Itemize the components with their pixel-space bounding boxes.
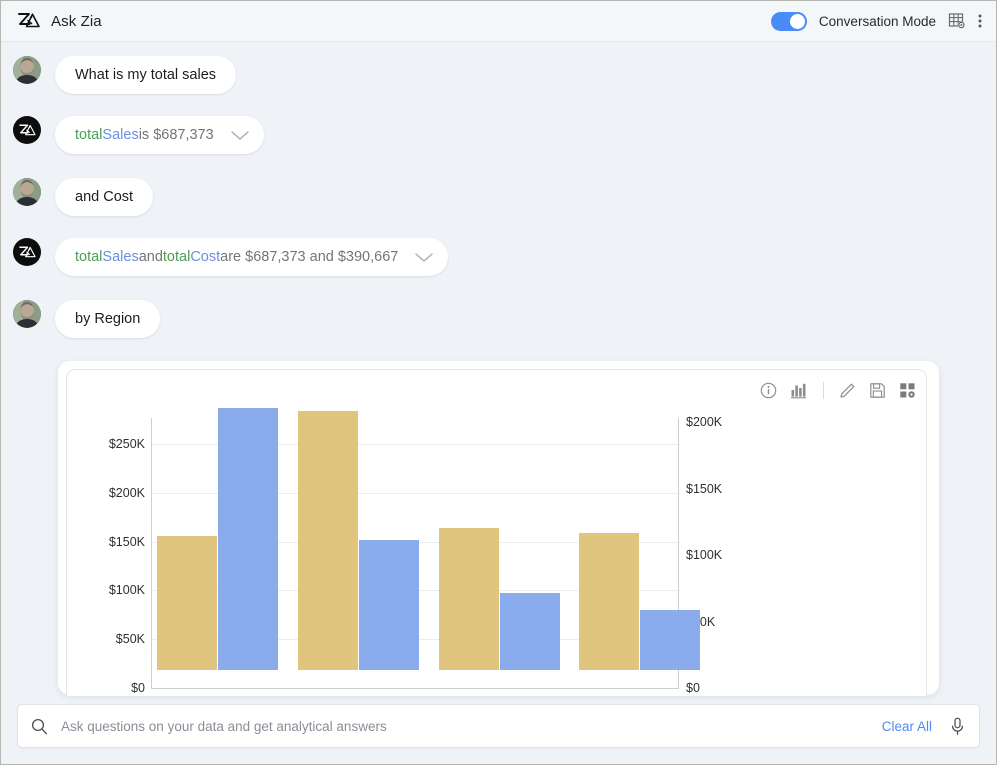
bar-total-sales[interactable] xyxy=(298,411,358,670)
answer-token: total xyxy=(75,249,103,265)
message-zia-2: total Sales and total Cost are $687,373 … xyxy=(1,238,996,276)
y-tick-left: $250K xyxy=(108,437,145,451)
bar-total-sales[interactable] xyxy=(579,533,639,670)
chart-card: Total Sales Total Cost $250K $200K $150 xyxy=(58,361,939,696)
bar-total-sales[interactable] xyxy=(157,536,217,670)
message-text: by Region xyxy=(75,311,141,327)
bar-total-cost[interactable] xyxy=(359,540,419,670)
answer-token: Cost xyxy=(190,249,221,265)
y-tick-left: $50K xyxy=(115,632,145,647)
chevron-down-icon[interactable] xyxy=(230,130,250,141)
conversation-mode-label: Conversation Mode xyxy=(818,13,936,29)
y-tick-right: $150K xyxy=(686,481,723,496)
y-tick-left: $150K xyxy=(108,534,145,549)
y-tick-left: $200K xyxy=(108,485,145,500)
search-input[interactable] xyxy=(59,717,882,735)
user-avatar xyxy=(13,178,41,206)
message-user-2: and Cost xyxy=(1,178,996,216)
toggle-knob xyxy=(789,13,805,29)
user-avatar xyxy=(13,300,41,328)
message-text: and Cost xyxy=(75,189,134,205)
y-tick-right: $100K xyxy=(686,548,723,562)
header-controls: Conversation Mode xyxy=(770,11,982,31)
message-user-3: by Region xyxy=(1,300,996,338)
answer-token: Sales xyxy=(102,249,139,265)
chat-bubble-user: by Region xyxy=(55,300,161,338)
message-text: What is my total sales xyxy=(75,67,217,83)
search-bar: Clear All xyxy=(17,704,980,748)
message-user-1: What is my total sales xyxy=(1,56,996,94)
chart-panel: Total Sales Total Cost $250K $200K $150 xyxy=(66,369,927,696)
bar-total-cost[interactable] xyxy=(500,593,560,670)
user-avatar xyxy=(13,56,41,84)
chevron-down-icon[interactable] xyxy=(414,252,434,263)
zia-avatar xyxy=(13,238,41,266)
y-tick-right: $200K xyxy=(686,415,723,429)
search-icon xyxy=(31,718,48,735)
chart-plot-area: Total Sales Total Cost $250K $200K $150 xyxy=(67,370,926,696)
table-settings-icon[interactable] xyxy=(948,12,966,30)
ask-zia-window: Ask Zia Conversation Mode What is my tot… xyxy=(0,0,997,765)
y-tick-left: $0 xyxy=(131,681,145,695)
answer-token: total xyxy=(162,249,191,265)
more-vertical-icon[interactable] xyxy=(978,13,982,29)
bar-total-cost[interactable] xyxy=(218,408,278,670)
app-header: Ask Zia Conversation Mode xyxy=(1,1,996,42)
conversation-mode-toggle[interactable] xyxy=(770,11,807,31)
y-tick-left: $100K xyxy=(108,583,145,598)
x-axis-line xyxy=(151,688,679,689)
bar-total-cost[interactable] xyxy=(640,610,700,670)
chat-bubble-user: What is my total sales xyxy=(55,56,237,94)
message-zia-1: total Sales is $687,373 xyxy=(1,116,996,154)
chat-bubble-zia: total Sales is $687,373 xyxy=(55,116,264,154)
bar-total-sales[interactable] xyxy=(439,528,499,670)
answer-token: are $687,373 and $390,667 xyxy=(220,249,399,265)
answer-token: Sales xyxy=(102,127,139,143)
clear-all-button[interactable]: Clear All xyxy=(882,719,932,734)
page-title: Ask Zia xyxy=(51,12,102,30)
answer-token: is $687,373 xyxy=(138,127,214,143)
answer-token: total xyxy=(75,127,103,143)
y-axis-line-left xyxy=(151,418,152,688)
zia-avatar xyxy=(13,116,41,144)
microphone-icon[interactable] xyxy=(950,717,965,736)
chat-bubble-user: and Cost xyxy=(55,178,154,216)
answer-token: and xyxy=(138,249,163,265)
zia-logo-icon xyxy=(17,11,41,31)
chat-bubble-zia: total Sales and total Cost are $687,373 … xyxy=(55,238,449,276)
y-tick-right: $0 xyxy=(686,681,700,695)
